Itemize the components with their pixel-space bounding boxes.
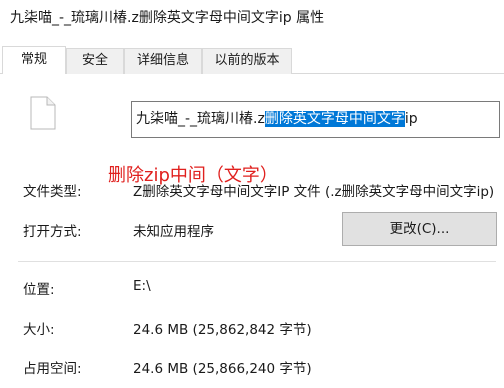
tab-previous-versions[interactable]: 以前的版本 bbox=[202, 48, 292, 74]
blank-file-icon bbox=[30, 96, 56, 130]
filename-extension-text: ip bbox=[404, 111, 418, 127]
location-label: 位置: bbox=[23, 282, 55, 298]
size-on-disk-label: 占用空间: bbox=[23, 361, 82, 377]
tab-general[interactable]: 常规 bbox=[2, 46, 66, 75]
size-value: 24.6 MB (25,862,842 字节) bbox=[133, 322, 312, 338]
tab-security[interactable]: 安全 bbox=[66, 48, 124, 74]
file-type-value: Z删除英文字母中间文字IP 文件 (.z删除英文字母中间文字ip) bbox=[133, 184, 495, 200]
opens-with-label: 打开方式: bbox=[23, 224, 82, 240]
size-label: 大小: bbox=[23, 322, 55, 338]
location-value: E:\ bbox=[133, 278, 151, 294]
filename-selected-text: 删除英文字母中间文字 bbox=[264, 111, 405, 127]
filename-text: 九柒喵_-_琉璃川椿.z bbox=[136, 111, 265, 127]
opens-with-value: 未知应用程序 bbox=[133, 224, 214, 240]
tab-details[interactable]: 详细信息 bbox=[124, 48, 202, 74]
window-title: 九柒喵_-_琉璃川椿.z删除英文字母中间文字ip 属性 bbox=[10, 10, 325, 26]
title-bar: 九柒喵_-_琉璃川椿.z删除英文字母中间文字ip 属性 bbox=[0, 0, 504, 34]
size-on-disk-value: 24.6 MB (25,866,240 字节) bbox=[133, 361, 312, 377]
filename-input[interactable]: 九柒喵_-_琉璃川椿.z删除英文字母中间文字ip bbox=[131, 101, 500, 138]
tab-bar: 常规 安全 详细信息 以前的版本 bbox=[0, 46, 504, 75]
separator bbox=[18, 261, 496, 262]
file-type-label: 文件类型: bbox=[23, 184, 82, 200]
change-button[interactable]: 更改(C)... bbox=[342, 212, 497, 246]
